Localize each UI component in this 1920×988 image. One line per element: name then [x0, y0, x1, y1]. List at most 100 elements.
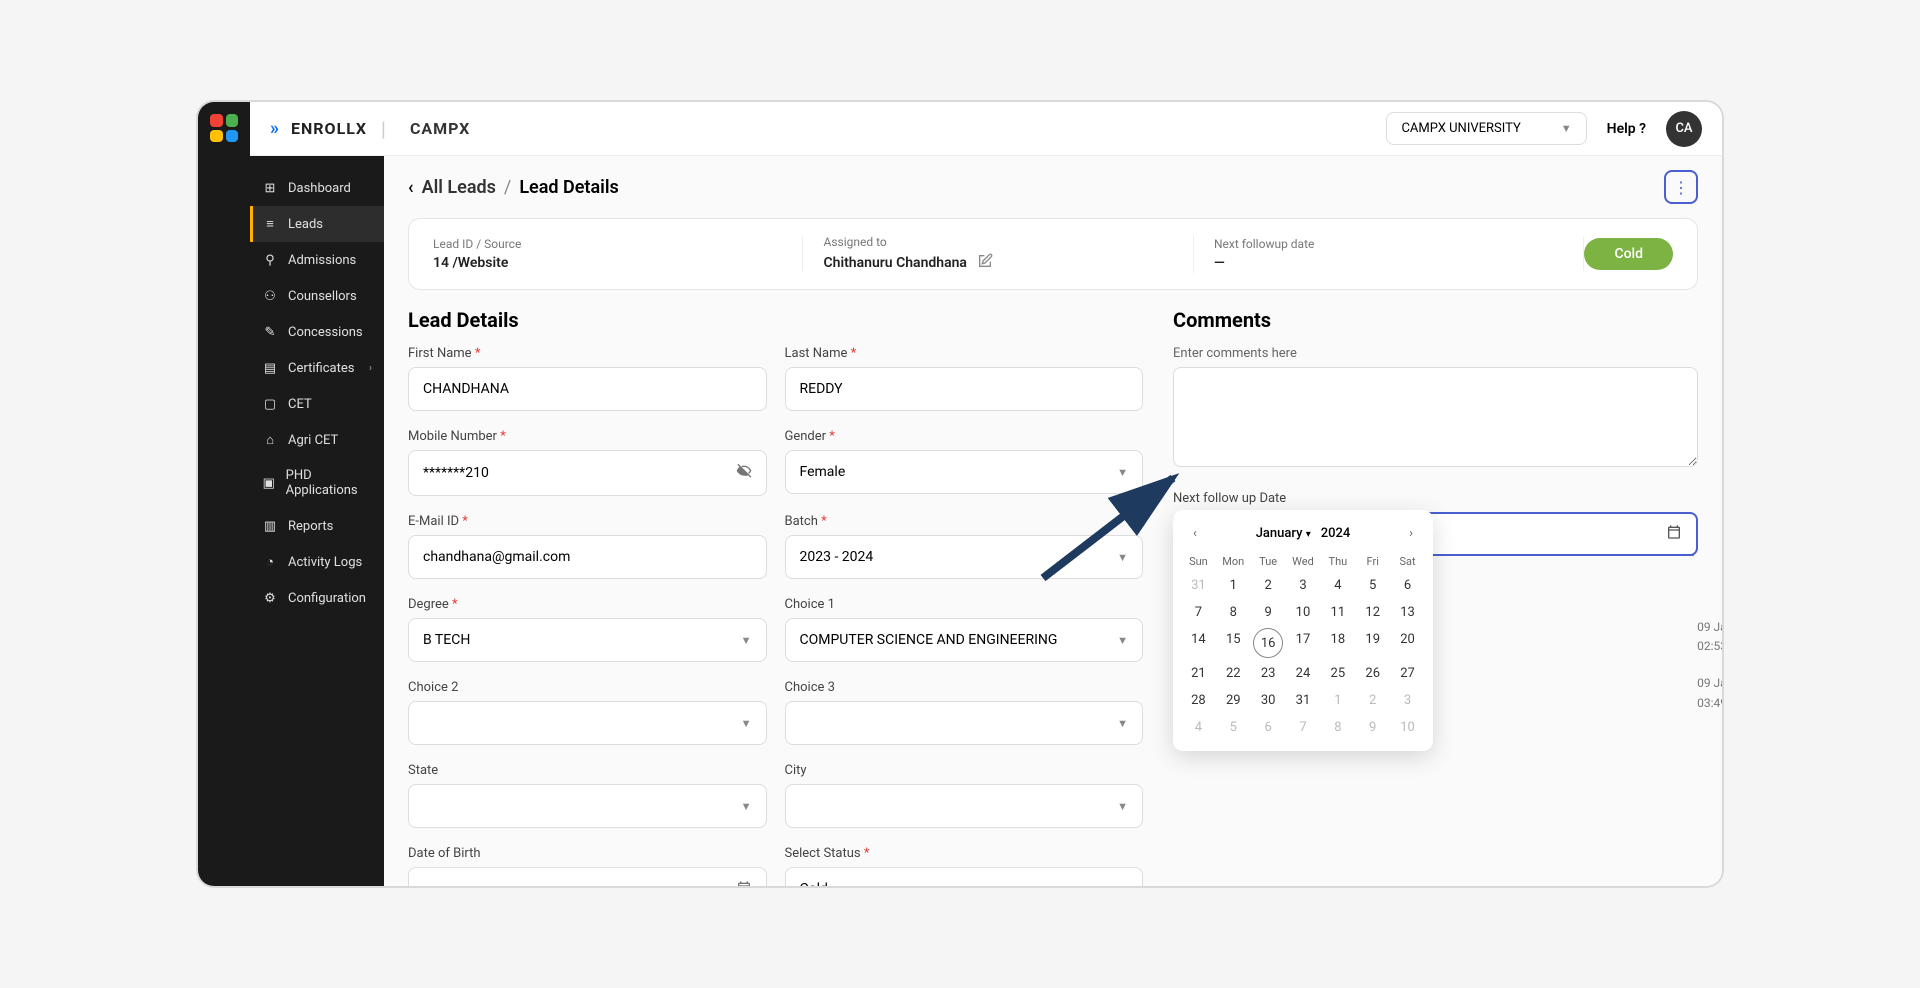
calendar-year[interactable]: 2024: [1321, 526, 1351, 541]
gender-select[interactable]: Female▼: [785, 450, 1144, 494]
calendar-day[interactable]: 7: [1286, 714, 1321, 741]
enrollx-logo-icon: »: [270, 118, 279, 139]
calendar-day[interactable]: 1: [1216, 572, 1251, 599]
calendar-day[interactable]: 31: [1181, 572, 1216, 599]
calendar-day[interactable]: 3: [1390, 687, 1425, 714]
sidebar-item-dashboard[interactable]: ⊞Dashboard: [250, 170, 384, 206]
choice1-label: Choice 1: [785, 597, 1144, 612]
sidebar: ⊞Dashboard≡Leads⚲Admissions⚇Counsellors✎…: [250, 102, 384, 886]
calendar-day[interactable]: 27: [1390, 660, 1425, 687]
visibility-off-icon[interactable]: [736, 463, 752, 483]
sidebar-item-label: CET: [288, 397, 312, 412]
calendar-day[interactable]: 21: [1181, 660, 1216, 687]
choice2-select[interactable]: ▼: [408, 701, 767, 745]
calendar-day[interactable]: 1: [1320, 687, 1355, 714]
calendar-day[interactable]: 25: [1320, 660, 1355, 687]
sidebar-item-label: Configuration: [288, 591, 366, 606]
sidebar-item-admissions[interactable]: ⚲Admissions: [250, 242, 384, 278]
calendar-day[interactable]: 5: [1216, 714, 1251, 741]
sidebar-item-phd-applications[interactable]: ▣PHD Applications: [250, 458, 384, 508]
chevron-down-icon: ▾: [1306, 529, 1311, 540]
prev-month-button[interactable]: ‹: [1187, 524, 1203, 543]
sidebar-item-label: Leads: [288, 217, 323, 232]
calendar-day[interactable]: 22: [1216, 660, 1251, 687]
next-month-button[interactable]: ›: [1403, 524, 1419, 543]
choice3-select[interactable]: ▼: [785, 701, 1144, 745]
calendar-day[interactable]: 9: [1251, 599, 1286, 626]
app-switcher-icon[interactable]: [210, 114, 238, 142]
calendar-day[interactable]: 26: [1355, 660, 1390, 687]
sidebar-item-concessions[interactable]: ✎Concessions: [250, 314, 384, 350]
calendar-day[interactable]: 29: [1216, 687, 1251, 714]
calendar-day[interactable]: 6: [1390, 572, 1425, 599]
sidebar-item-agri-cet[interactable]: ⌂Agri CET: [250, 422, 384, 458]
calendar-day[interactable]: 18: [1320, 626, 1355, 660]
sidebar-item-cet[interactable]: ▢CET: [250, 386, 384, 422]
calendar-day[interactable]: 11: [1320, 599, 1355, 626]
help-link[interactable]: Help ?: [1607, 121, 1646, 137]
calendar-day[interactable]: 5: [1355, 572, 1390, 599]
status-select[interactable]: Cold▼: [785, 867, 1144, 886]
dob-input[interactable]: [408, 867, 767, 886]
edit-assigned-icon[interactable]: [977, 253, 993, 273]
choice1-select[interactable]: COMPUTER SCIENCE AND ENGINEERING▼: [785, 618, 1144, 662]
calendar-day[interactable]: 7: [1181, 599, 1216, 626]
calendar-month[interactable]: January ▾: [1256, 526, 1311, 541]
comments-textarea[interactable]: [1173, 367, 1698, 467]
reports-icon: ▥: [262, 518, 278, 534]
calendar-day[interactable]: 17: [1286, 626, 1321, 660]
more-actions-button[interactable]: ⋮: [1664, 170, 1698, 204]
mobile-input[interactable]: *******210: [408, 450, 767, 496]
calendar-icon[interactable]: [736, 880, 752, 886]
calendar-day[interactable]: 15: [1216, 626, 1251, 660]
last-name-input[interactable]: REDDY: [785, 367, 1144, 411]
email-input[interactable]: chandhana@gmail.com: [408, 535, 767, 579]
calendar-icon[interactable]: [1666, 524, 1682, 544]
first-name-input[interactable]: CHANDHANA: [408, 367, 767, 411]
calendar-day[interactable]: 3: [1286, 572, 1321, 599]
sidebar-item-activity-logs[interactable]: ◔Activity Logs: [250, 544, 384, 580]
degree-select[interactable]: B TECH▼: [408, 618, 767, 662]
sidebar-item-counsellors[interactable]: ⚇Counsellors: [250, 278, 384, 314]
calendar-day[interactable]: 4: [1181, 714, 1216, 741]
calendar-day[interactable]: 10: [1286, 599, 1321, 626]
calendar-day[interactable]: 8: [1320, 714, 1355, 741]
calendar-day[interactable]: 2: [1251, 572, 1286, 599]
sidebar-item-label: Dashboard: [288, 181, 351, 196]
sidebar-item-leads[interactable]: ≡Leads: [250, 206, 384, 242]
batch-select[interactable]: 2023 - 2024▼: [785, 535, 1144, 579]
calendar-day[interactable]: 24: [1286, 660, 1321, 687]
comment-history: 09 January, 202402:53 PM 09 January, 202…: [1697, 618, 1722, 713]
calendar-day[interactable]: 28: [1181, 687, 1216, 714]
city-select[interactable]: ▼: [785, 784, 1144, 828]
university-select[interactable]: CAMPX UNIVERSITY ▼: [1386, 112, 1586, 145]
calendar-day[interactable]: 13: [1390, 599, 1425, 626]
avatar[interactable]: CA: [1666, 111, 1702, 147]
breadcrumb-current: Lead Details: [519, 177, 618, 198]
calendar-day[interactable]: 12: [1355, 599, 1390, 626]
calendar-day[interactable]: 14: [1181, 626, 1216, 660]
calendar-day[interactable]: 19: [1355, 626, 1390, 660]
status-pill[interactable]: Cold: [1584, 238, 1673, 270]
back-icon[interactable]: ‹: [408, 177, 414, 198]
calendar-day[interactable]: 6: [1251, 714, 1286, 741]
breadcrumb-all-leads[interactable]: All Leads: [422, 177, 496, 198]
calendar-dow: Tue: [1251, 551, 1286, 572]
sidebar-item-configuration[interactable]: ⚙Configuration: [250, 580, 384, 616]
breadcrumb: ‹ All Leads / Lead Details: [408, 177, 619, 198]
calendar-day[interactable]: 9: [1355, 714, 1390, 741]
calendar-day[interactable]: 16: [1251, 626, 1286, 660]
calendar-day[interactable]: 20: [1390, 626, 1425, 660]
sidebar-item-reports[interactable]: ▥Reports: [250, 508, 384, 544]
calendar-day[interactable]: 10: [1390, 714, 1425, 741]
state-select[interactable]: ▼: [408, 784, 767, 828]
calendar-day[interactable]: 31: [1286, 687, 1321, 714]
comment-date-1: 09 January, 2024: [1697, 676, 1722, 690]
calendar-day[interactable]: 23: [1251, 660, 1286, 687]
calendar-day[interactable]: 4: [1320, 572, 1355, 599]
calendar-day[interactable]: 8: [1216, 599, 1251, 626]
calendar-day[interactable]: 30: [1251, 687, 1286, 714]
sidebar-item-label: Counsellors: [288, 289, 357, 304]
sidebar-item-certificates[interactable]: ▤Certificates›: [250, 350, 384, 386]
calendar-day[interactable]: 2: [1355, 687, 1390, 714]
